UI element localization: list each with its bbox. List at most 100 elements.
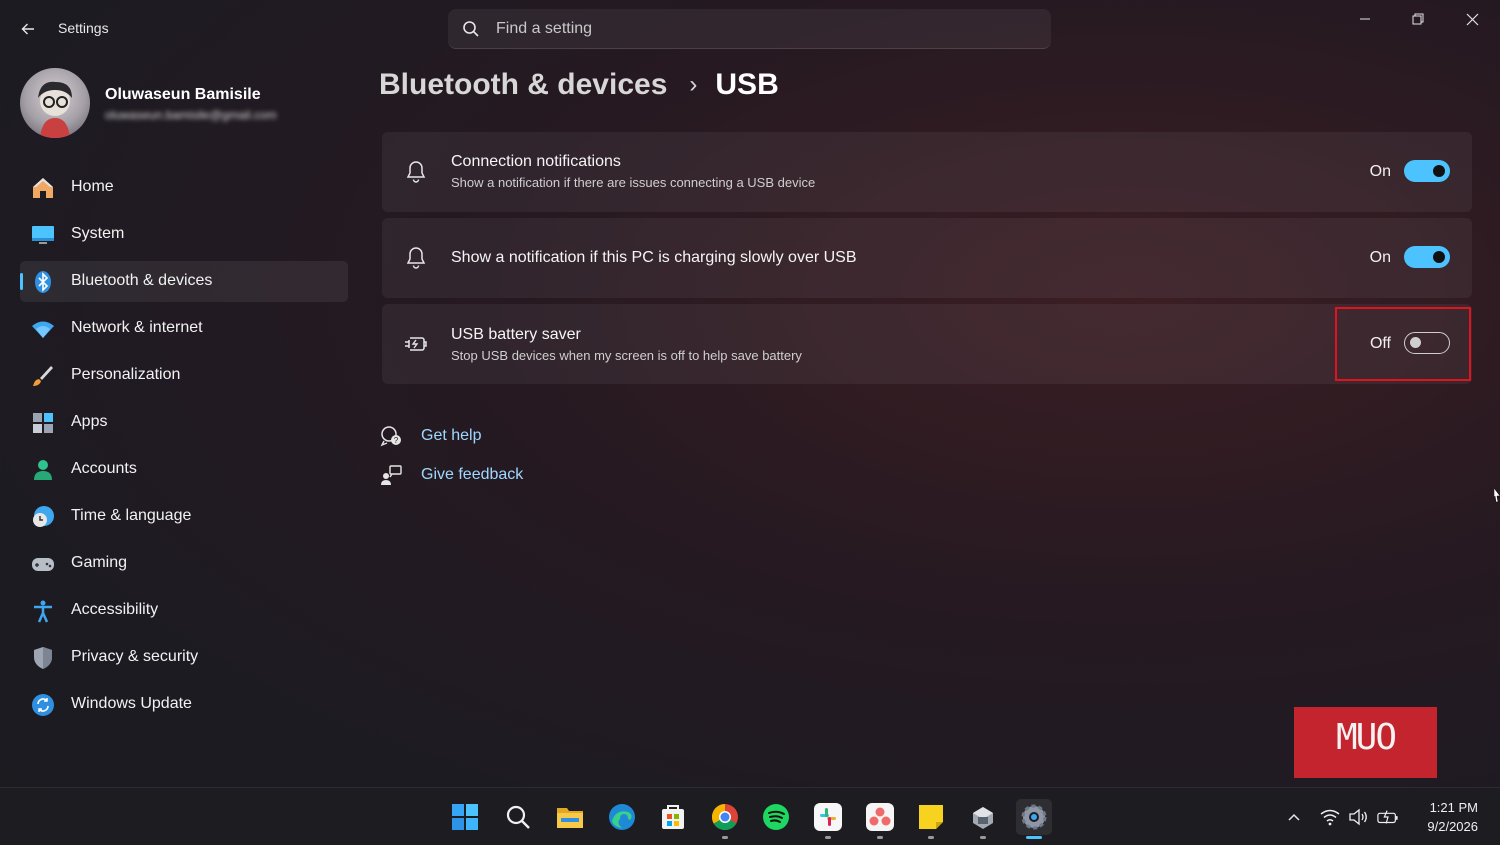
restore-button[interactable] [1393, 4, 1443, 34]
show-hidden-icons-button[interactable] [1283, 806, 1305, 828]
get-help-link[interactable]: ? Get help [380, 425, 481, 447]
minimize-button[interactable] [1340, 4, 1390, 34]
close-icon [1466, 13, 1478, 25]
highlight-annotation [1335, 307, 1471, 381]
breadcrumb-parent-link[interactable]: Bluetooth & devices [379, 68, 667, 102]
sidebar-item-personalization[interactable]: Personalization [20, 355, 348, 396]
setting-card-usb-battery-saver: USB battery saver Stop USB devices when … [382, 304, 1472, 384]
sidebar-item-label: Privacy & security [71, 648, 199, 665]
taskbar-slack[interactable] [810, 799, 846, 839]
sidebar-item-windows-update[interactable]: Windows Update [20, 684, 348, 725]
settings-icon [1021, 804, 1047, 830]
sidebar-item-gaming[interactable]: Gaming [20, 543, 348, 584]
clock-time: 1:21 PM [1429, 800, 1478, 815]
sidebar-item-privacy[interactable]: Privacy & security [20, 637, 348, 678]
clock-date: 9/2/2026 [1427, 819, 1478, 834]
taskbar-store[interactable] [655, 799, 691, 835]
sidebar-item-label: Time & language [71, 507, 192, 524]
shield-icon [31, 646, 55, 670]
battery-tray-button[interactable] [1377, 806, 1399, 828]
sidebar-item-label: System [71, 225, 125, 242]
sidebar-item-bluetooth[interactable]: Bluetooth & devices [20, 261, 348, 302]
file-explorer-icon [557, 808, 583, 828]
taskbar: 1:21 PM 9/2/2026 [0, 787, 1500, 845]
sidebar-item-accounts[interactable]: Accounts [20, 449, 348, 490]
help-chat-icon: ? [380, 425, 402, 447]
battery-plug-icon [402, 330, 430, 358]
search-icon [463, 21, 479, 37]
setting-description: Stop USB devices when my screen is off t… [451, 348, 802, 363]
running-indicator [1026, 836, 1042, 839]
network-tray-button[interactable] [1319, 806, 1341, 828]
sidebar-item-label: Home [71, 178, 114, 195]
bell-icon [402, 158, 430, 186]
system-clock[interactable]: 1:21 PM 9/2/2026 [1427, 798, 1478, 836]
battery-charging-icon [1377, 810, 1398, 824]
sidebar-nav: Home System Bluetooth & devices Network … [20, 167, 348, 731]
search-box[interactable] [448, 9, 1051, 49]
breadcrumb: Bluetooth & devices › USB [379, 68, 779, 102]
close-button[interactable] [1447, 4, 1497, 34]
taskbar-chrome[interactable] [707, 799, 743, 839]
taskbar-sticky-notes[interactable] [913, 799, 949, 839]
clock-globe-icon [31, 505, 55, 529]
toggle-knob [1433, 251, 1445, 263]
give-feedback-link[interactable]: Give feedback [380, 464, 523, 486]
home-icon [31, 176, 55, 200]
taskbar-search-button[interactable] [500, 799, 536, 835]
volume-tray-button[interactable] [1347, 806, 1369, 828]
title-bar: Settings [0, 0, 1500, 58]
avatar-image [38, 81, 72, 138]
page-title: USB [715, 68, 779, 101]
spotify-icon [763, 804, 789, 830]
sticky-notes-icon [919, 805, 943, 829]
search-input[interactable] [494, 9, 1038, 49]
start-icon [452, 804, 478, 830]
user-email: oluwaseun.bamisile@gmail.com [105, 108, 277, 122]
vm-icon [973, 807, 993, 829]
brush-icon [31, 364, 55, 388]
sidebar-item-home[interactable]: Home [20, 167, 348, 208]
back-button[interactable] [14, 16, 42, 42]
gamepad-icon [31, 552, 55, 576]
sidebar-item-apps[interactable]: Apps [20, 402, 348, 443]
toggle-state-label: On [1369, 163, 1391, 180]
accessibility-icon [31, 599, 55, 623]
minimize-icon [1360, 18, 1370, 20]
sidebar-item-network[interactable]: Network & internet [20, 308, 348, 349]
edge-icon [609, 804, 635, 830]
connection-notifications-toggle[interactable] [1404, 160, 1450, 182]
wifi-icon [31, 317, 55, 341]
running-indicator [825, 836, 831, 839]
sidebar-item-label: Network & internet [71, 319, 203, 336]
muo-watermark: MUO [1294, 707, 1437, 778]
taskbar-file-explorer[interactable] [552, 799, 588, 835]
sidebar-item-accessibility[interactable]: Accessibility [20, 590, 348, 631]
taskbar-vm[interactable] [965, 799, 1001, 839]
slack-icon [814, 803, 842, 831]
selection-indicator [20, 273, 23, 290]
chevron-up-icon [1288, 813, 1300, 821]
setting-card-connection-notifications: Connection notifications Show a notifica… [382, 132, 1472, 212]
taskbar-settings[interactable] [1016, 799, 1052, 839]
restore-icon [1412, 13, 1424, 25]
chrome-icon [711, 803, 738, 831]
sidebar-item-label: Personalization [71, 366, 181, 383]
wifi-icon [1320, 809, 1340, 826]
update-icon [31, 693, 55, 717]
start-button[interactable] [447, 799, 483, 835]
sidebar-item-system[interactable]: System [20, 214, 348, 255]
setting-card-slow-charging: Show a notification if this PC is chargi… [382, 218, 1472, 298]
taskbar-edge[interactable] [604, 799, 640, 835]
taskbar-asana[interactable] [862, 799, 898, 839]
sidebar-item-label: Windows Update [71, 695, 192, 712]
sidebar-item-time-language[interactable]: Time & language [20, 496, 348, 537]
slow-charging-notification-toggle[interactable] [1404, 246, 1450, 268]
toggle-knob [1433, 165, 1445, 177]
app-title: Settings [58, 20, 109, 36]
setting-description: Show a notification if there are issues … [451, 175, 816, 190]
apps-icon [31, 411, 55, 435]
taskbar-spotify[interactable] [758, 799, 794, 835]
sidebar-item-label: Accounts [71, 460, 137, 477]
get-help-label: Get help [421, 427, 482, 444]
